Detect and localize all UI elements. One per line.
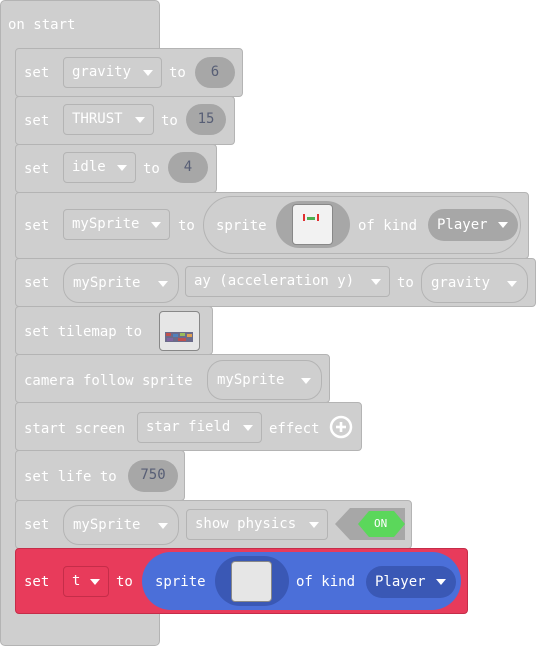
- dropdown-text: idle: [72, 159, 106, 175]
- gravity-variable-dropdown[interactable]: gravity: [63, 57, 162, 88]
- dropdown-caret-icon: [151, 222, 161, 228]
- set-label: set: [24, 65, 50, 81]
- toggle-label: ON: [374, 517, 388, 530]
- start-screen-label: start screen: [24, 421, 126, 437]
- dropdown-caret-icon: [436, 579, 446, 585]
- dropdown-caret-icon: [498, 222, 508, 228]
- to-label: to: [169, 65, 186, 81]
- mysprite-variable-reporter[interactable]: mySprite: [63, 263, 179, 303]
- dropdown-caret-icon: [158, 523, 168, 529]
- tilemap-thumbnail[interactable]: [159, 311, 200, 351]
- of-kind-label: of kind: [358, 218, 418, 234]
- to-label: to: [397, 275, 414, 291]
- dropdown-caret-icon: [158, 281, 168, 287]
- set-label: set: [24, 161, 50, 177]
- dropdown-text: show physics: [195, 516, 297, 532]
- hat-block-spine: [1, 48, 15, 638]
- dropdown-caret-icon: [371, 279, 381, 285]
- to-label: to: [116, 574, 133, 590]
- set-tilemap-label: set tilemap to: [24, 324, 143, 340]
- physics-flag-dropdown[interactable]: show physics: [186, 509, 328, 540]
- sprite-label: sprite: [216, 218, 267, 234]
- life-value-field[interactable]: 750: [128, 460, 178, 492]
- property-dropdown[interactable]: ay (acceleration y): [185, 266, 390, 297]
- of-kind-label: of kind: [296, 574, 356, 590]
- on-start-label: on start: [8, 17, 76, 33]
- set-label: set: [24, 275, 50, 291]
- effect-dropdown[interactable]: star field: [137, 412, 262, 443]
- mysprite-variable-dropdown[interactable]: mySprite: [63, 209, 170, 240]
- camera-sprite-reporter[interactable]: mySprite: [207, 360, 322, 400]
- player-sprite-icon: [303, 214, 319, 221]
- set-label: set: [24, 517, 50, 533]
- dropdown-caret-icon: [507, 281, 517, 287]
- effect-label: effect: [269, 421, 320, 437]
- plus-circle-icon: [329, 415, 353, 439]
- dropdown-text: gravity: [431, 275, 491, 291]
- dropdown-caret-icon: [301, 378, 311, 384]
- kind-dropdown[interactable]: Player: [428, 209, 518, 241]
- dropdown-text: mySprite: [73, 275, 141, 291]
- idle-variable-dropdown[interactable]: idle: [63, 152, 136, 183]
- dropdown-caret-icon: [117, 165, 127, 171]
- to-label: to: [161, 113, 178, 129]
- set-label: set: [24, 113, 50, 129]
- camera-follow-label: camera follow sprite: [24, 373, 193, 389]
- to-label: to: [143, 161, 160, 177]
- dropdown-text: t: [72, 573, 81, 589]
- dropdown-caret-icon: [135, 117, 145, 123]
- empty-sprite-thumbnail[interactable]: [231, 561, 272, 602]
- gravity-value-field[interactable]: 6: [195, 57, 235, 88]
- dropdown-caret-icon: [143, 70, 153, 76]
- set-label: set: [24, 218, 50, 234]
- add-parameter-button[interactable]: [329, 415, 353, 439]
- tilemap-icon: [165, 332, 193, 342]
- sprite-thumbnail[interactable]: [292, 204, 333, 245]
- to-label: to: [178, 218, 195, 234]
- dropdown-caret-icon: [243, 425, 253, 431]
- dropdown-text: gravity: [72, 64, 132, 80]
- dropdown-text: Player: [375, 574, 426, 590]
- dropdown-caret-icon: [309, 522, 319, 528]
- dropdown-text: star field: [146, 419, 231, 435]
- dropdown-text: ay (acceleration y): [194, 273, 355, 289]
- dropdown-text: mySprite: [72, 216, 140, 232]
- set-life-label: set life to: [24, 469, 117, 485]
- t-kind-dropdown[interactable]: Player: [366, 566, 456, 598]
- physics-sprite-reporter[interactable]: mySprite: [63, 505, 179, 545]
- dropdown-text: Player: [437, 217, 488, 233]
- sprite-label: sprite: [155, 574, 206, 590]
- dropdown-text: THRUST: [72, 111, 123, 127]
- dropdown-caret-icon: [90, 579, 100, 585]
- gravity-variable-reporter[interactable]: gravity: [421, 263, 528, 303]
- dropdown-text: mySprite: [73, 517, 141, 533]
- toggle-switch-icon: [335, 508, 405, 540]
- dropdown-text: mySprite: [217, 372, 285, 388]
- idle-value-field[interactable]: 4: [168, 152, 208, 183]
- set-label: set: [24, 574, 50, 590]
- physics-toggle[interactable]: ON: [334, 507, 406, 541]
- thrust-value-field[interactable]: 15: [186, 104, 226, 135]
- t-variable-dropdown[interactable]: t: [63, 566, 109, 597]
- thrust-variable-dropdown[interactable]: THRUST: [63, 104, 154, 135]
